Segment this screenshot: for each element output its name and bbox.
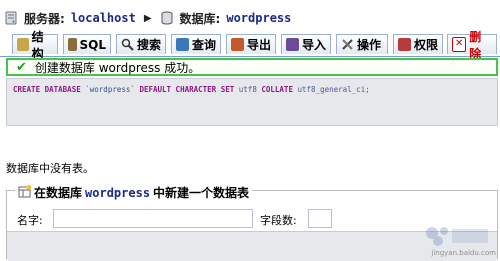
tab-sql[interactable]: SQL (63, 34, 111, 54)
tab-operations[interactable]: 操作 (336, 34, 388, 54)
tab-search[interactable]: 搜索 (116, 34, 166, 54)
breadcrumb-arrow-icon: ▶ (143, 12, 152, 24)
success-text: 创建数据库 wordpress 成功。 (34, 60, 201, 75)
tab-structure[interactable]: 结构 (12, 30, 58, 61)
sql-icon (68, 38, 77, 51)
new-table-icon (18, 184, 32, 201)
table-name-input[interactable] (53, 209, 253, 228)
operations-icon (341, 38, 354, 51)
field-count-input[interactable] (308, 209, 332, 228)
tab-export[interactable]: 导出 (226, 34, 276, 54)
tab-bar: 结构 SQL 搜索 查询 导出 导入 操作 权限 ✕ 删除 (0, 30, 500, 61)
check-icon: ✔ (16, 59, 27, 75)
no-tables-text: 数据库中没有表。 (6, 162, 94, 175)
tab-import[interactable]: 导入 (281, 34, 331, 54)
success-message: ✔ 创建数据库 wordpress 成功。 (6, 58, 498, 76)
breadcrumb: 服务器: localhost ▶ 数据库: wordpress (4, 8, 291, 28)
tab-label: 导出 (247, 38, 272, 52)
tab-label: 删除 (469, 29, 482, 61)
export-icon (231, 38, 244, 51)
database-label: 数据库: (179, 11, 221, 26)
tab-label: 查询 (192, 38, 217, 52)
privileges-icon (398, 38, 411, 51)
tab-query[interactable]: 查询 (171, 34, 221, 54)
tab-drop[interactable]: ✕ 删除 (447, 30, 497, 61)
sql-query-panel: CREATE DATABASE `wordpress` DEFAULT CHAR… (6, 78, 498, 126)
structure-icon (17, 38, 29, 51)
tab-privileges[interactable]: 权限 (393, 34, 443, 54)
tab-label: 操作 (357, 38, 382, 52)
tab-label: 搜索 (137, 38, 162, 52)
create-table-row: 名字: 字段数: (17, 209, 487, 229)
field-count-label: 字段数: (260, 214, 297, 227)
import-icon (286, 38, 299, 51)
tab-label: 导入 (302, 38, 327, 52)
server-icon (4, 11, 18, 25)
query-icon (176, 38, 189, 51)
watermark-text: jingyan.baidu.com (431, 249, 496, 257)
table-name-label: 名字: (17, 214, 43, 227)
drop-icon: ✕ (452, 37, 467, 52)
tab-label: SQL (79, 37, 107, 52)
tab-label: 结构 (31, 29, 44, 61)
server-link[interactable]: localhost (71, 11, 136, 25)
database-link[interactable]: wordpress (226, 11, 291, 25)
tab-label: 权限 (414, 38, 439, 52)
create-table-legend: 在数据库 wordpress 中新建一个数据表 (15, 184, 253, 201)
database-icon (160, 11, 174, 25)
server-label: 服务器: (24, 11, 65, 26)
sql-query: CREATE DATABASE `wordpress` DEFAULT CHAR… (13, 85, 370, 94)
search-icon (121, 38, 134, 51)
